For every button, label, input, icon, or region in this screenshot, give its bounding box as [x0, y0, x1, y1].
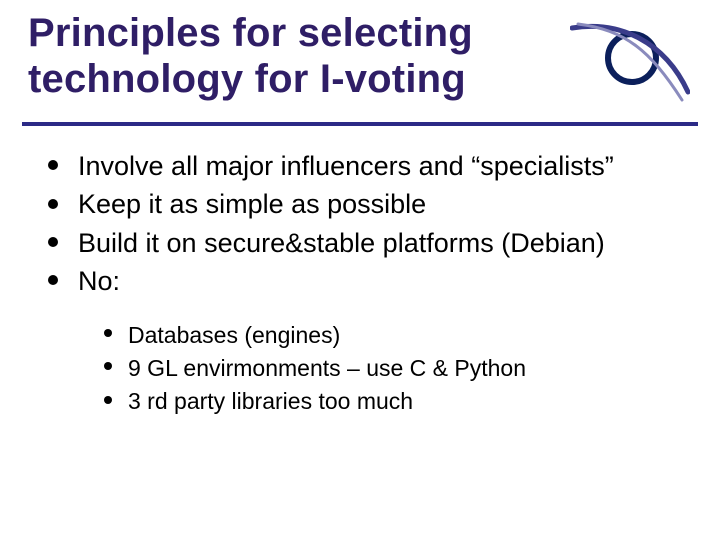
slide-title: Principles for selecting technology for … [28, 10, 548, 102]
sub-bullet-item: Databases (engines) [100, 320, 684, 351]
sub-bullet-text: 3 rd party libraries too much [128, 388, 413, 414]
sub-bullet-text: 9 GL envirmonments – use C & Python [128, 355, 526, 381]
sub-bullet-list: Databases (engines) 9 GL envirmonments –… [100, 320, 684, 417]
sub-bullet-item: 3 rd party libraries too much [100, 386, 684, 417]
bullet-item: Keep it as simple as possible [44, 186, 684, 222]
bullet-item: Build it on secure&stable platforms (Deb… [44, 225, 684, 261]
main-bullet-list: Involve all major influencers and “speci… [44, 148, 684, 300]
bullet-item: No: [44, 263, 684, 299]
bullet-item: Involve all major influencers and “speci… [44, 148, 684, 184]
slide: Principles for selecting technology for … [0, 0, 720, 540]
bullet-text: Build it on secure&stable platforms (Deb… [78, 228, 605, 258]
corner-logo [570, 22, 690, 102]
bullet-text: No: [78, 266, 120, 296]
sub-bullet-item: 9 GL envirmonments – use C & Python [100, 353, 684, 384]
title-divider [22, 122, 698, 126]
content-area: Involve all major influencers and “speci… [44, 148, 684, 419]
sub-bullet-text: Databases (engines) [128, 322, 340, 348]
swoosh-ring-icon [570, 22, 690, 102]
bullet-text: Involve all major influencers and “speci… [78, 151, 614, 181]
bullet-text: Keep it as simple as possible [78, 189, 426, 219]
